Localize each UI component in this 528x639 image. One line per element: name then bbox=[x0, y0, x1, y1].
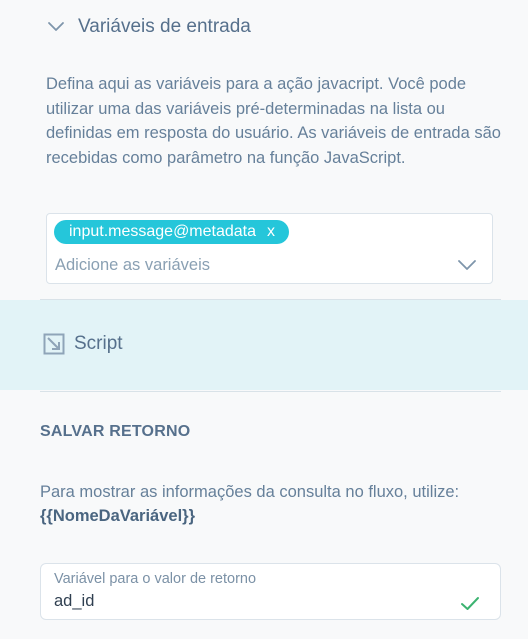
chip-remove-button[interactable]: x bbox=[267, 223, 275, 241]
save-return-title: SALVAR RETORNO bbox=[40, 423, 191, 440]
check-icon bbox=[461, 597, 479, 610]
save-return-info: Para mostrar as informações da consulta … bbox=[40, 480, 510, 528]
input-variables-header[interactable]: Variáveis de entrada bbox=[46, 16, 251, 38]
chevron-down-icon[interactable] bbox=[458, 260, 476, 271]
return-variable-input[interactable] bbox=[54, 592, 434, 611]
chip-label: input.message@metadata bbox=[69, 223, 257, 240]
variables-select[interactable]: input.message@metadata x Adicione as var… bbox=[46, 213, 493, 284]
script-label: Script bbox=[74, 333, 123, 354]
divider bbox=[40, 391, 501, 392]
chevron-down-icon bbox=[48, 22, 64, 31]
script-toggle[interactable]: Script bbox=[43, 333, 123, 355]
return-variable-label: Variável para o valor de retorno bbox=[54, 571, 257, 587]
selected-variable-chip: input.message@metadata x bbox=[54, 220, 290, 244]
save-return-info-text: Para mostrar as informações da consulta … bbox=[40, 483, 460, 501]
return-variable-field[interactable]: Variável para o valor de retorno bbox=[40, 563, 501, 620]
input-variables-title: Variáveis de entrada bbox=[78, 16, 251, 37]
variables-select-placeholder[interactable]: Adicione as variáveis bbox=[55, 256, 210, 275]
expand-arrow-icon bbox=[43, 333, 65, 355]
input-variables-description: Defina aqui as variáveis para a ação jav… bbox=[46, 75, 501, 167]
variable-name-hint: {{NomeDaVariável}} bbox=[40, 507, 196, 525]
